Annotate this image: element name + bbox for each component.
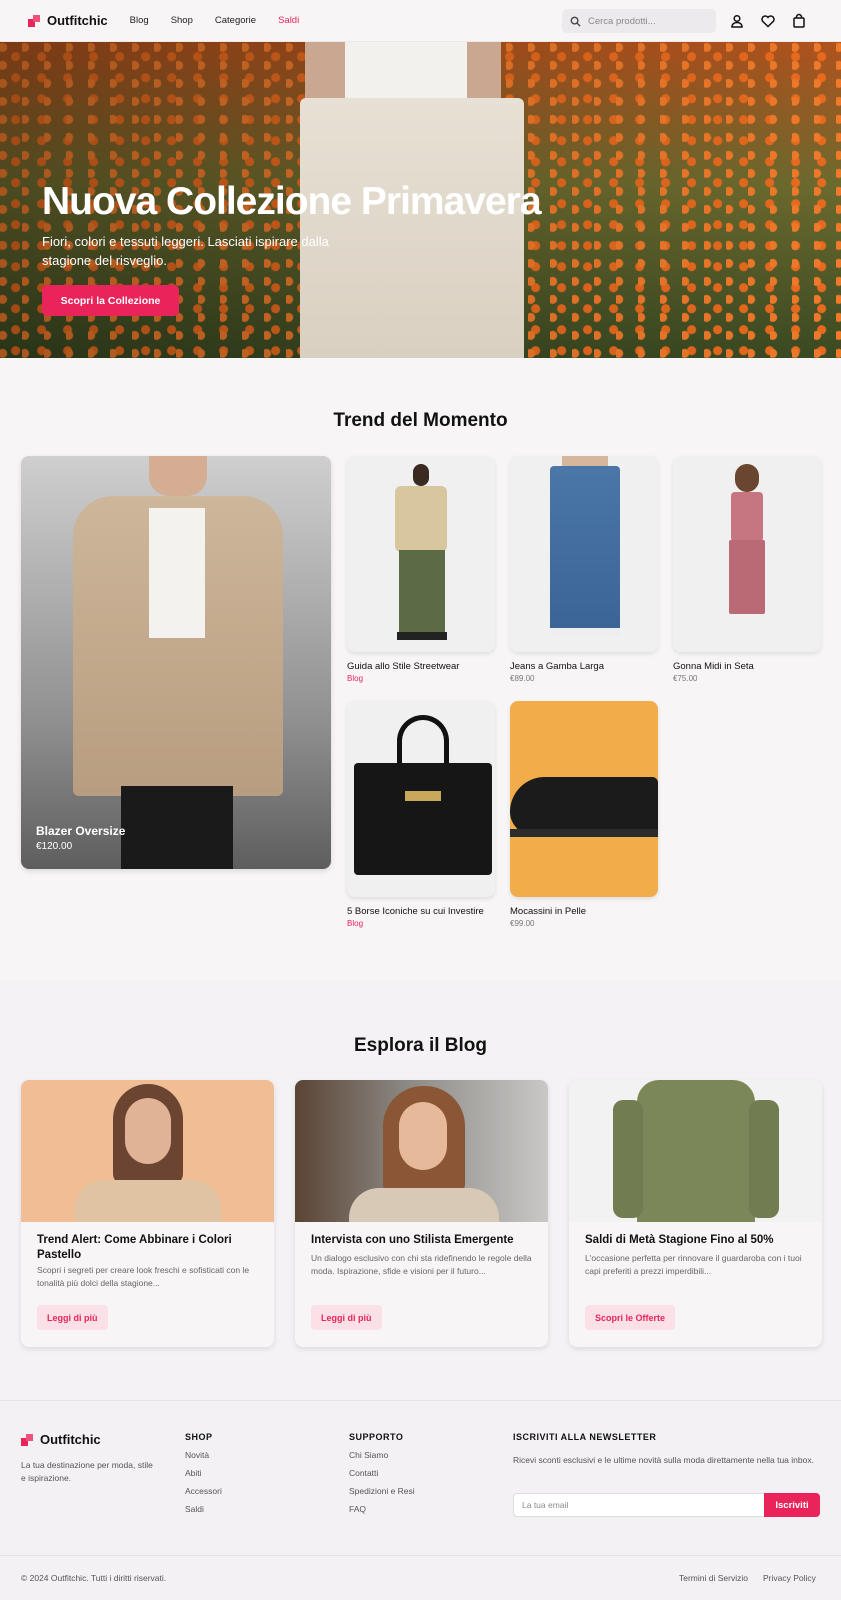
blog-card[interactable]: Trend Alert: Come Abbinare i Colori Past… xyxy=(21,1080,274,1347)
featured-product-card[interactable]: Blazer Oversize €120.00 xyxy=(21,456,331,869)
featured-product-price: €120.00 xyxy=(36,841,73,852)
footer-shop-heading: SHOP xyxy=(185,1432,213,1442)
model-image xyxy=(149,456,207,496)
search-bar[interactable] xyxy=(562,9,716,33)
search-icon xyxy=(570,16,581,27)
user-icon[interactable] xyxy=(729,13,745,29)
trend-card-price: €89.00 xyxy=(510,674,535,683)
nav-links: Blog Shop Categorie Saldi xyxy=(130,15,300,26)
footer-brand: Outfitchic La tua destinazione per moda,… xyxy=(21,1432,156,1485)
privacy-link[interactable]: Privacy Policy xyxy=(763,1573,816,1583)
trend-card-name: 5 Borse Iconiche su cui Investire xyxy=(347,906,484,917)
blog-post-excerpt: Un dialogo esclusivo con chi sta ridefin… xyxy=(311,1253,532,1276)
footer-link-spedizioni[interactable]: Spedizioni e Resi xyxy=(349,1486,415,1496)
loafers-image xyxy=(510,701,658,897)
footer-logo[interactable]: Outfitchic xyxy=(21,1432,156,1447)
blog-post-title: Trend Alert: Come Abbinare i Colori Past… xyxy=(37,1234,232,1261)
header-actions xyxy=(729,13,807,29)
brand-name: Outfitchic xyxy=(47,13,108,28)
read-more-button[interactable]: Leggi di più xyxy=(37,1305,108,1330)
trend-card-price: €75.00 xyxy=(673,674,698,683)
trend-card[interactable]: Guida allo Stile Streetwear Blog xyxy=(347,456,495,683)
footer-support-column: SUPPORTO Chi Siamo Contatti Spedizioni e… xyxy=(349,1432,415,1514)
trend-card[interactable]: 5 Borse Iconiche su cui Investire Blog xyxy=(347,701,495,928)
hero-title: Nuova Collezione Primavera xyxy=(42,180,542,223)
blog-section-title: Esplora il Blog xyxy=(353,1035,488,1056)
hero-subtitle: Fiori, colori e tessuti leggeri. Lasciat… xyxy=(42,234,329,268)
nav-link-blog[interactable]: Blog xyxy=(130,15,149,26)
blog-post-title: Saldi di Metà Stagione Fino al 50% xyxy=(585,1234,774,1246)
hero-model-trousers xyxy=(300,98,524,358)
jeans-image xyxy=(510,456,658,652)
newsletter-email-input[interactable] xyxy=(513,1493,764,1517)
hero-cta-button[interactable]: Scopri la Collezione xyxy=(42,285,179,316)
trend-card-name: Gonna Midi in Seta xyxy=(673,661,754,672)
featured-product-name: Blazer Oversize xyxy=(36,824,126,838)
blog-post-image xyxy=(295,1080,548,1222)
blog-post-title: Intervista con uno Stilista Emergente xyxy=(311,1234,514,1246)
footer-link-abiti[interactable]: Abiti xyxy=(185,1468,222,1478)
trend-card-name: Mocassini in Pelle xyxy=(510,906,587,917)
footer-link-contatti[interactable]: Contatti xyxy=(349,1468,415,1478)
shopping-bag-icon[interactable] xyxy=(791,13,807,29)
trend-card-name: Jeans a Gamba Larga xyxy=(510,661,605,672)
newsletter-text: Ricevi sconti esclusivi e le ultime novi… xyxy=(513,1455,814,1465)
handbag-image xyxy=(347,701,495,897)
trend-card-tag: Blog xyxy=(347,919,364,928)
heart-icon[interactable] xyxy=(760,13,776,29)
logo-mark-icon xyxy=(28,14,40,27)
copyright-text: © 2024 Outfitchic. Tutti i diritti riser… xyxy=(21,1573,167,1583)
footer-link-accessori[interactable]: Accessori xyxy=(185,1486,222,1496)
trend-card-tag: Blog xyxy=(347,674,364,683)
blog-post-image xyxy=(569,1080,822,1222)
silk-skirt-image xyxy=(673,456,821,652)
search-input[interactable] xyxy=(588,15,708,27)
brand-logo[interactable]: Outfitchic xyxy=(28,13,108,28)
trend-card[interactable]: Jeans a Gamba Larga €89.00 xyxy=(510,456,658,683)
trend-card[interactable]: Gonna Midi in Seta €75.00 xyxy=(673,456,821,683)
blazer-pants xyxy=(121,786,233,869)
hero-model-top xyxy=(345,42,467,98)
nav-link-saldi[interactable]: Saldi xyxy=(278,15,299,26)
footer-tagline: La tua destinazione per moda, stile e is… xyxy=(21,1460,153,1483)
footer-shop-column: SHOP Novità Abiti Accessori Saldi xyxy=(185,1432,222,1514)
footer-link-faq[interactable]: FAQ xyxy=(349,1504,415,1514)
newsletter-subscribe-button[interactable]: Iscriviti xyxy=(764,1493,820,1517)
read-more-button[interactable]: Leggi di più xyxy=(311,1305,382,1330)
footer-divider xyxy=(0,1555,841,1556)
blog-card[interactable]: Intervista con uno Stilista Emergente Un… xyxy=(295,1080,548,1347)
offers-button[interactable]: Scopri le Offerte xyxy=(585,1305,676,1330)
blog-post-excerpt: Scopri i segreti per creare look freschi… xyxy=(37,1265,250,1288)
blog-post-excerpt: L'occasione perfetta per rinnovare il gu… xyxy=(585,1253,802,1276)
blog-card[interactable]: Saldi di Metà Stagione Fino al 50% L'occ… xyxy=(569,1080,822,1347)
blazer-shirt xyxy=(149,508,205,638)
footer-support-heading: SUPPORTO xyxy=(349,1432,404,1442)
nav-link-categorie[interactable]: Categorie xyxy=(215,15,256,26)
newsletter-heading: ISCRIVITI ALLA NEWSLETTER xyxy=(513,1432,657,1442)
blog-post-image xyxy=(21,1080,274,1222)
trends-section-title: Trend del Momento xyxy=(333,410,508,431)
footer-brand-name: Outfitchic xyxy=(40,1432,101,1447)
footer-link-saldi[interactable]: Saldi xyxy=(185,1504,222,1514)
footer-newsletter-column: ISCRIVITI ALLA NEWSLETTER Ricevi sconti … xyxy=(513,1432,821,1467)
footer-link-novita[interactable]: Novità xyxy=(185,1450,222,1460)
streetwear-image xyxy=(347,456,495,652)
trend-card-price: €99.00 xyxy=(510,919,535,928)
logo-mark-icon xyxy=(21,1433,33,1446)
trend-card[interactable]: Mocassini in Pelle €99.00 xyxy=(510,701,658,928)
nav-link-shop[interactable]: Shop xyxy=(171,15,193,26)
terms-link[interactable]: Termini di Servizio xyxy=(679,1573,748,1583)
trend-card-name: Guida allo Stile Streetwear xyxy=(347,661,460,672)
footer-link-chi-siamo[interactable]: Chi Siamo xyxy=(349,1450,415,1460)
